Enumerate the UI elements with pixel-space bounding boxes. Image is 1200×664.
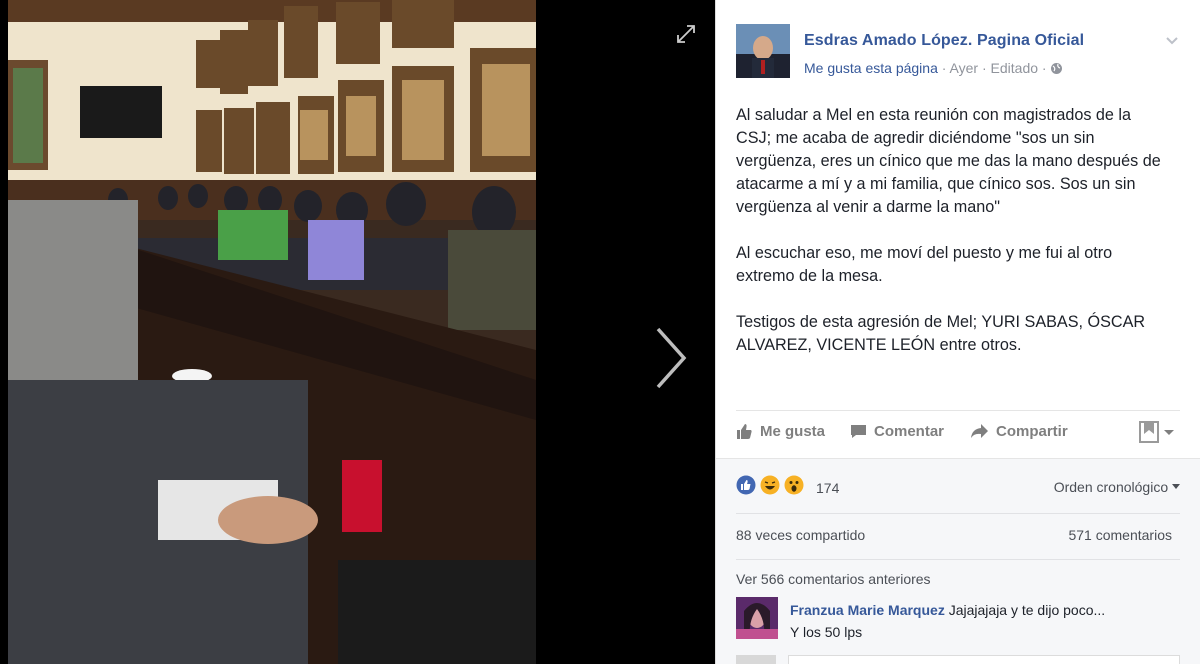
fullscreen-expand-icon[interactable] [676, 24, 696, 44]
comment-item: Franzua Marie Marquez Jajajajaja y te di… [736, 597, 1180, 645]
thumbs-up-icon [736, 423, 753, 440]
reactions-summary[interactable]: 174 [736, 475, 839, 500]
comment-text-line2: Y los 50 lps [790, 624, 863, 640]
comment-order-label: Orden cronológico [1053, 479, 1169, 495]
post-header: Esdras Amado López. Pagina Oficial Me gu… [736, 24, 1180, 84]
meta-separator: · [937, 60, 950, 76]
divider [736, 559, 1180, 560]
post-paragraph: Al escuchar eso, me moví del puesto y me… [736, 244, 1113, 285]
share-arrow-icon [970, 423, 989, 440]
photo-viewer: Esdras Amado López. Pagina Oficial Me gu… [0, 0, 1200, 664]
edited-label[interactable]: Editado [991, 60, 1038, 76]
like-reaction-icon [736, 475, 756, 500]
meta-separator: · [1038, 60, 1051, 76]
reactions-count: 174 [816, 479, 840, 496]
page-avatar[interactable] [736, 24, 790, 78]
commenter-avatar[interactable] [736, 597, 778, 639]
audience-selector[interactable] [1138, 420, 1178, 444]
shares-count-link[interactable]: 88 veces compartido [736, 527, 865, 543]
comments-section: 174 Orden cronológico 88 veces compartid… [716, 458, 1200, 664]
comment-text: Jajajajaja y te dijo poco... [948, 602, 1106, 618]
chevron-down-icon[interactable] [1164, 32, 1180, 48]
comment-order-dropdown[interactable]: Orden cronológico [1054, 477, 1180, 495]
post-photo[interactable] [8, 0, 536, 664]
next-commenter-avatar [736, 655, 776, 664]
public-globe-icon [1050, 62, 1063, 78]
caret-down-icon [1172, 477, 1180, 493]
post-message: Al saludar a Mel en esta reunión con mag… [736, 104, 1166, 380]
comment-input[interactable] [788, 655, 1180, 664]
share-label: Compartir [996, 423, 1068, 440]
meta-separator: · [978, 60, 991, 76]
photo-stage [0, 0, 715, 664]
page-name-link[interactable]: Esdras Amado López. Pagina Oficial [804, 32, 1084, 50]
like-label: Me gusta [760, 423, 826, 440]
post-time[interactable]: Ayer [950, 60, 979, 76]
comment-button[interactable]: Comentar [850, 423, 944, 440]
view-previous-comments-link[interactable]: Ver 566 comentarios anteriores [736, 571, 931, 587]
post-sidebar: Esdras Amado López. Pagina Oficial Me gu… [715, 0, 1200, 664]
haha-reaction-icon [760, 475, 780, 500]
share-button[interactable]: Compartir [970, 423, 1068, 440]
comment-body: Franzua Marie Marquez Jajajajaja y te di… [790, 599, 1170, 643]
comment-author-link[interactable]: Franzua Marie Marquez [790, 602, 945, 618]
comment-label: Comentar [874, 423, 945, 440]
like-button[interactable]: Me gusta [736, 423, 825, 440]
post-paragraph: Testigos de esta agresión de Mel; YURI S… [736, 313, 1146, 354]
divider [736, 513, 1180, 514]
post-paragraph: Al saludar a Mel en esta reunión con mag… [736, 106, 1161, 216]
comment-bubble-icon [850, 423, 867, 440]
like-page-link[interactable]: Me gusta esta página [804, 60, 938, 76]
post-meta: Me gusta esta página · Ayer · Editado · [804, 60, 1063, 78]
wow-reaction-icon [784, 475, 804, 500]
comments-count-link[interactable]: 571 comentarios [1068, 527, 1172, 543]
post-actions-bar: Me gusta Comentar Compartir [736, 410, 1180, 456]
next-photo-arrow-icon[interactable] [648, 325, 692, 391]
